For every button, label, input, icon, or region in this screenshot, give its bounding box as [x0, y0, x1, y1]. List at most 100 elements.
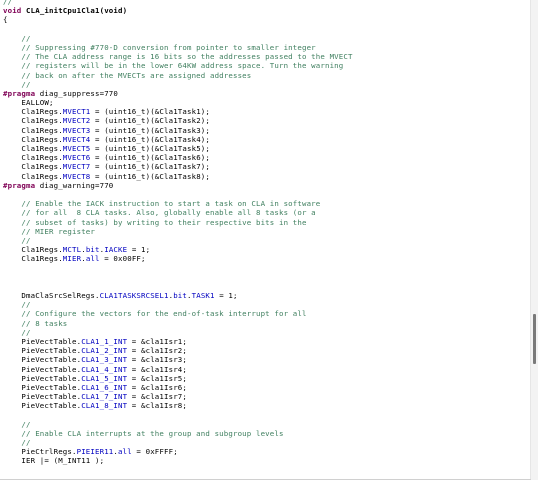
code-line: Cla1Regs.MVECT2 = (uint16_t)(&Cla1Task2)…	[3, 116, 353, 125]
code-token: CLA1_8_INT	[81, 401, 128, 411]
code-token: = &cla1Isr5;	[127, 373, 187, 383]
code-token: // Enable the IACK instruction to start …	[3, 199, 321, 209]
code-token: //	[3, 438, 31, 447]
scrollbar-thumb[interactable]	[533, 314, 536, 364]
code-line: PieVectTable.CLA1_4_INT = &cla1Isr4;	[3, 365, 353, 374]
code-line: // Configure the vectors for the end-of-…	[3, 309, 353, 318]
code-line: // Suppressing #770-D conversion from po…	[3, 43, 353, 52]
code-token: // back on after the MVECTs are assigned…	[3, 70, 252, 80]
code-token: = (uint16_t)(&Cla1Task2);	[90, 116, 210, 126]
code-token: #pragma	[3, 88, 36, 98]
code-editor[interactable]: //void CLA_initCpu1Cla1(void){ // // Sup…	[0, 0, 531, 480]
code-line: //	[3, 438, 353, 447]
code-line: // Enable the IACK instruction to start …	[3, 199, 353, 208]
code-line: PieVectTable.CLA1_5_INT = &cla1Isr5;	[3, 374, 353, 383]
code-token: = (uint16_t)(&Cla1Task4);	[90, 134, 210, 144]
code-token: = &cla1Isr7;	[127, 392, 187, 402]
code-token: bit	[85, 245, 100, 255]
code-line: PieVectTable.CLA1_6_INT = &cla1Isr6;	[3, 383, 353, 392]
code-token: MVECT2	[62, 116, 91, 126]
code-line: Cla1Regs.MVECT8 = (uint16_t)(&Cla1Task8)…	[3, 172, 353, 181]
code-token: void	[3, 6, 22, 16]
code-token: PieVectTable.	[3, 336, 82, 346]
code-line: Cla1Regs.MVECT5 = (uint16_t)(&Cla1Task5)…	[3, 144, 353, 153]
code-token: CLA1TASKSRCSEL1	[99, 291, 169, 300]
code-token: // Configure the vectors for the end-of-…	[3, 309, 307, 319]
code-token: diag_warning=770	[35, 180, 114, 190]
code-token: {	[3, 15, 8, 25]
code-token: = &cla1Isr2;	[127, 346, 187, 356]
code-token: PieVectTable.	[3, 401, 82, 411]
code-token: MVECT8	[62, 171, 91, 181]
code-line: Cla1Regs.MVECT6 = (uint16_t)(&Cla1Task6)…	[3, 153, 353, 162]
code-token: EALLOW;	[3, 98, 54, 108]
code-token: CLA1_5_INT	[81, 373, 128, 383]
code-token: CLA1_4_INT	[81, 364, 128, 374]
code-token: // subset of tasks) by writing to their …	[3, 217, 307, 227]
code-token: // for all 8 CLA tasks. Also, globally e…	[3, 208, 316, 218]
code-line: Cla1Regs.MIER.all = 0x00FF;	[3, 254, 353, 263]
code-line: PieCtrlRegs.PIEIER11.all = 0xFFFF;	[3, 447, 353, 456]
code-token: = 0xFFFF;	[131, 447, 178, 457]
code-token: MVECT7	[62, 162, 91, 172]
vertical-scrollbar[interactable]	[530, 0, 538, 480]
code-line: // MIER register	[3, 227, 353, 236]
code-token: // MIER register	[3, 226, 95, 236]
code-token: Cla1Regs.	[3, 107, 63, 117]
code-token: = 0x00FF;	[99, 254, 146, 264]
code-line: Cla1Regs.MVECT3 = (uint16_t)(&Cla1Task3)…	[3, 126, 353, 135]
code-token: MVECT6	[62, 153, 91, 163]
code-token: PieVectTable.	[3, 346, 82, 356]
code-token: IACKE	[104, 245, 128, 255]
code-token: (void)	[99, 6, 128, 16]
code-line: // back on after the MVECTs are assigned…	[3, 71, 353, 80]
code-token: PieVectTable.	[3, 364, 82, 374]
code-token: //	[3, 79, 31, 89]
code-token: //	[3, 33, 31, 43]
code-line: PieVectTable.CLA1_7_INT = &cla1Isr7;	[3, 392, 353, 401]
code-line: //	[3, 420, 353, 429]
code-line: PieVectTable.CLA1_3_INT = &cla1Isr3;	[3, 355, 353, 364]
code-token: MVECT1	[62, 107, 91, 117]
code-token: = 1;	[214, 291, 238, 300]
code-line: // for all 8 CLA tasks. Also, globally e…	[3, 208, 353, 217]
code-line: // The CLA address range is 16 bits so t…	[3, 52, 353, 61]
code-token: Cla1Regs.	[3, 116, 63, 126]
code-token: PieVectTable.	[3, 392, 82, 402]
code-token: PIEIER11	[76, 447, 114, 457]
code-listing: //void CLA_initCpu1Cla1(void){ // // Sup…	[3, 0, 353, 480]
code-token: MVECT3	[62, 125, 91, 135]
code-line: #pragma diag_suppress=770	[3, 89, 353, 98]
code-token: // The CLA address range is 16 bits so t…	[3, 52, 353, 62]
code-token: // Enable CLA interrupts at the group an…	[3, 428, 284, 438]
code-token: = (uint16_t)(&Cla1Task6);	[90, 153, 210, 163]
code-token: PieVectTable.	[3, 355, 82, 365]
code-token: = &cla1Isr1;	[127, 336, 187, 346]
code-token: // registers will be in the lower 64KW a…	[3, 61, 344, 71]
code-token: = (uint16_t)(&Cla1Task3);	[90, 125, 210, 135]
code-token: = (uint16_t)(&Cla1Task7);	[90, 162, 210, 172]
code-token: = (uint16_t)(&Cla1Task8);	[90, 171, 210, 181]
code-token: TASK1	[191, 291, 215, 300]
code-token: CLA1_1_INT	[81, 336, 128, 346]
code-line: EALLOW;	[3, 98, 353, 107]
code-line: Cla1Regs.MVECT4 = (uint16_t)(&Cla1Task4)…	[3, 135, 353, 144]
code-token: IER |= (M_INT11 );	[3, 456, 105, 466]
code-line: // registers will be in the lower 64KW a…	[3, 61, 353, 70]
code-line: //	[3, 300, 353, 309]
code-line: Cla1Regs.MCTL.bit.IACKE = 1;	[3, 245, 353, 254]
code-token: = &cla1Isr3;	[127, 355, 187, 365]
code-token: CLA1_6_INT	[81, 382, 128, 392]
code-line: Cla1Regs.MVECT7 = (uint16_t)(&Cla1Task7)…	[3, 162, 353, 171]
code-line: PieVectTable.CLA1_1_INT = &cla1Isr1;	[3, 337, 353, 346]
code-line: // 8 tasks	[3, 319, 353, 328]
code-token: Cla1Regs.	[3, 254, 63, 264]
code-token: //	[3, 235, 31, 245]
code-token: = (uint16_t)(&Cla1Task5);	[90, 144, 210, 153]
code-line: PieVectTable.CLA1_2_INT = &cla1Isr2;	[3, 346, 353, 355]
code-line: // subset of tasks) by writing to their …	[3, 218, 353, 227]
